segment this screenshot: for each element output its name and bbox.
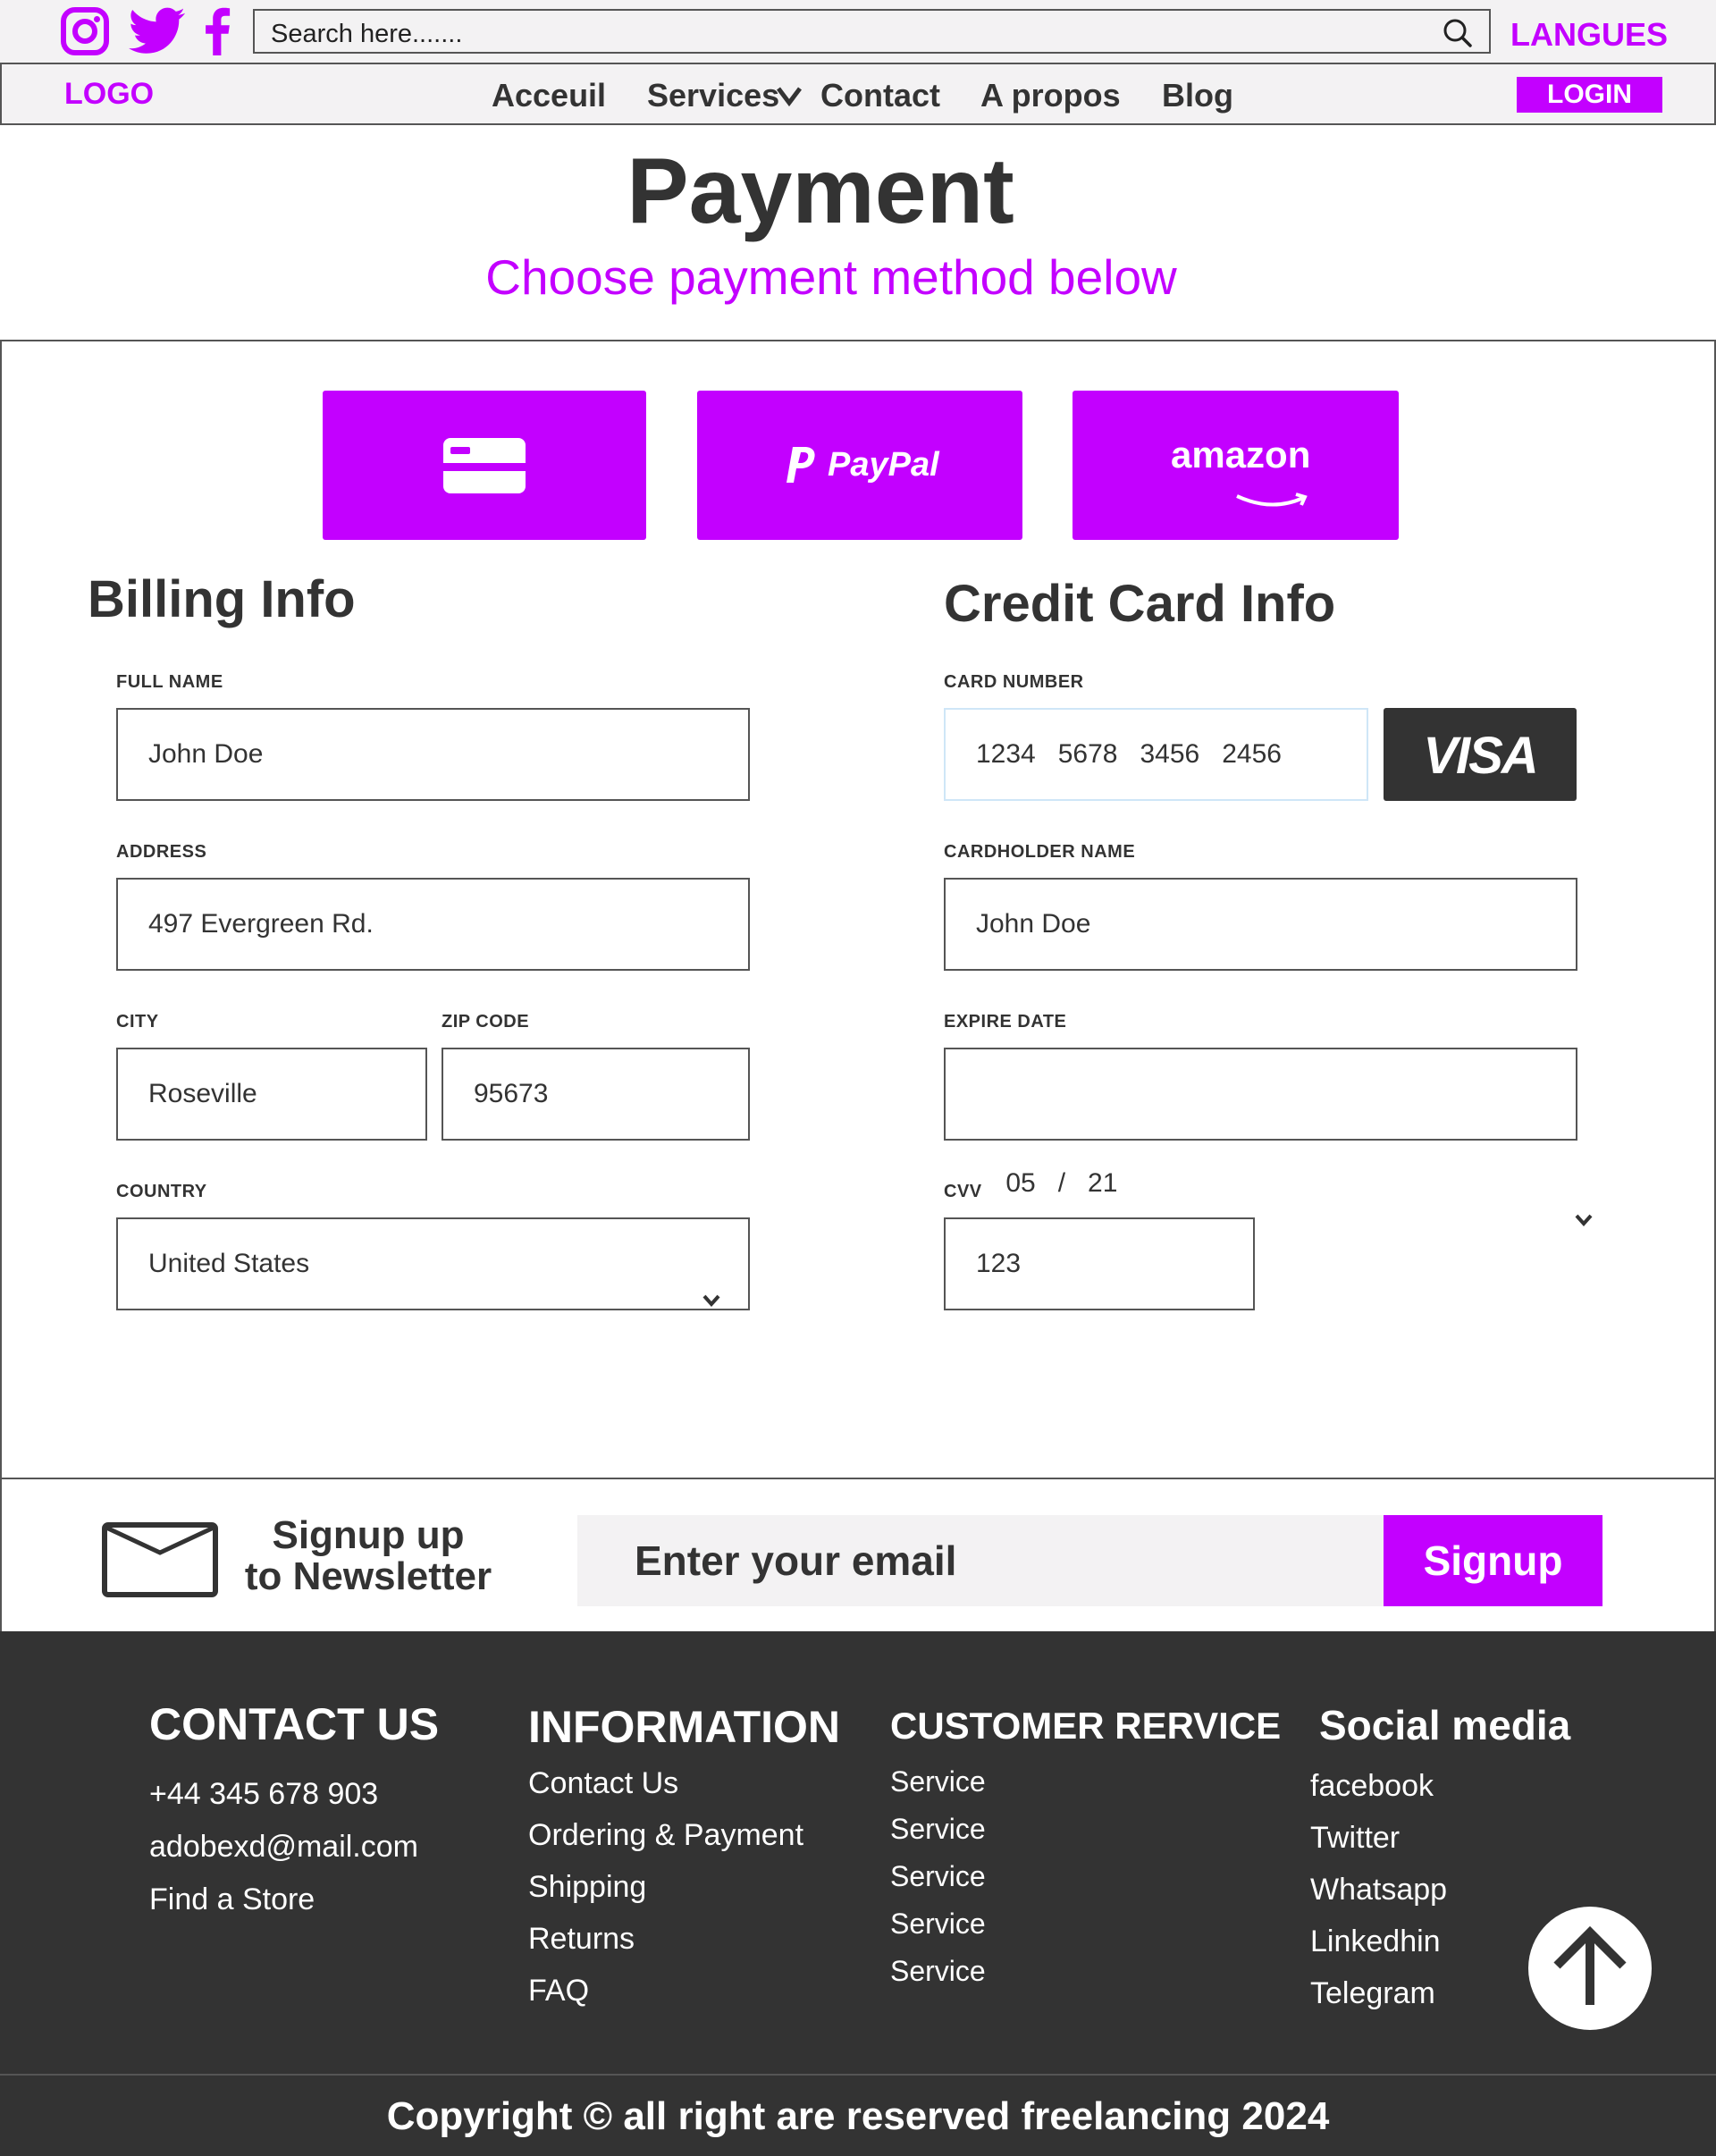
- full-name-label: FULL NAME: [116, 672, 223, 692]
- footer-link[interactable]: Service: [890, 1860, 1281, 1893]
- footer-customer-service: CUSTOMER RERVICE Service Service Service…: [890, 1705, 1281, 1988]
- zip-code-field[interactable]: 95673: [442, 1048, 750, 1141]
- twitter-icon[interactable]: [129, 7, 186, 55]
- footer-link[interactable]: Contact Us: [528, 1766, 840, 1801]
- cardholder-name-label: CARDHOLDER NAME: [944, 842, 1136, 862]
- cardholder-name-field[interactable]: John Doe: [944, 878, 1577, 971]
- cvv-field[interactable]: 123: [944, 1217, 1255, 1310]
- nav-item-contact[interactable]: Contact: [820, 77, 940, 114]
- chevron-down-icon: [1529, 1085, 1593, 1227]
- footer-customer-service-title: CUSTOMER RERVICE: [890, 1705, 1282, 1747]
- language-selector[interactable]: LANGUES: [1510, 16, 1668, 54]
- footer-link[interactable]: Ordering & Payment: [528, 1818, 840, 1853]
- top-bar: Search here....... LANGUES: [0, 0, 1716, 63]
- paypal-label: PayPal: [828, 446, 939, 484]
- nav-item-services[interactable]: Services: [647, 77, 779, 114]
- amazon-icon: [1236, 493, 1308, 507]
- footer-link[interactable]: Returns: [528, 1922, 840, 1957]
- footer-email[interactable]: adobexd@mail.com: [149, 1830, 439, 1865]
- amazon-label: amazon: [1171, 434, 1311, 476]
- logo[interactable]: LOGO: [64, 77, 154, 112]
- arrow-up-icon: [1553, 1925, 1627, 2005]
- nav-item-acceuil[interactable]: Acceuil: [492, 77, 606, 114]
- city-label: CITY: [116, 1012, 159, 1032]
- payment-method-amazon[interactable]: amazon: [1072, 391, 1399, 540]
- facebook-icon[interactable]: [200, 7, 232, 55]
- search-icon[interactable]: [1443, 18, 1473, 48]
- chevron-down-icon[interactable]: [776, 84, 803, 107]
- footer: CONTACT US +44 345 678 903 adobexd@mail.…: [0, 1631, 1716, 2074]
- city-field[interactable]: Roseville: [116, 1048, 427, 1141]
- login-button[interactable]: LOGIN: [1517, 77, 1662, 113]
- footer-link[interactable]: Whatsapp: [1310, 1873, 1570, 1908]
- visa-label: VISA: [1423, 727, 1538, 785]
- newsletter-title: Signup up to Newsletter: [225, 1515, 511, 1597]
- footer-link[interactable]: Service: [890, 1813, 1281, 1846]
- search-input[interactable]: Search here.......: [271, 20, 462, 49]
- copyright: Copyright © all right are reserved freel…: [0, 2074, 1716, 2156]
- footer-link[interactable]: Service: [890, 1955, 1281, 1988]
- credit-card-icon: [443, 437, 526, 493]
- expire-date-label: EXPIRE DATE: [944, 1012, 1067, 1032]
- expire-date-select[interactable]: 05 / 21: [944, 1048, 1593, 1227]
- chevron-down-icon: [702, 1255, 721, 1308]
- country-select[interactable]: United States: [116, 1217, 750, 1310]
- address-label: ADDRESS: [116, 842, 207, 862]
- footer-link[interactable]: Service: [890, 1765, 1281, 1798]
- payment-method-card[interactable]: [323, 391, 646, 540]
- page-title: Payment: [627, 139, 1014, 243]
- envelope-icon: [102, 1522, 218, 1597]
- zip-code-label: ZIP CODE: [442, 1012, 530, 1032]
- payment-panel: PayPal amazon Billing Info FULL NAME Joh…: [0, 340, 1716, 1479]
- main-nav: LOGO Acceuil Services Contact A propos B…: [0, 63, 1716, 125]
- social-icons: [61, 7, 232, 55]
- footer-phone[interactable]: +44 345 678 903: [149, 1777, 439, 1812]
- signup-button[interactable]: Signup: [1384, 1515, 1602, 1606]
- payment-method-paypal[interactable]: PayPal: [697, 391, 1022, 540]
- card-number-label: CARD NUMBER: [944, 672, 1084, 692]
- footer-find-store[interactable]: Find a Store: [149, 1882, 439, 1917]
- newsletter-title-line1: Signup up: [272, 1513, 465, 1557]
- cvv-label: CVV: [944, 1182, 982, 1201]
- footer-link[interactable]: Twitter: [1310, 1821, 1570, 1856]
- expire-date-value: 05 / 21: [1005, 1168, 1118, 1198]
- card-number-field[interactable]: 1234 5678 3456 2456: [944, 708, 1368, 801]
- scroll-to-top-button[interactable]: [1528, 1907, 1652, 2030]
- country-label: COUNTRY: [116, 1182, 207, 1201]
- footer-link[interactable]: FAQ: [528, 1974, 840, 2009]
- country-value: United States: [148, 1249, 310, 1278]
- credit-card-info-title: Credit Card Info: [944, 575, 1336, 633]
- nav-item-blog[interactable]: Blog: [1162, 77, 1233, 114]
- footer-contact: CONTACT US +44 345 678 903 adobexd@mail.…: [149, 1698, 439, 1917]
- email-input[interactable]: Enter your email: [577, 1515, 1384, 1606]
- address-field[interactable]: 497 Evergreen Rd.: [116, 878, 750, 971]
- footer-information-title: INFORMATION: [528, 1702, 841, 1752]
- visa-badge: VISA: [1384, 708, 1577, 801]
- footer-link[interactable]: Shipping: [528, 1870, 840, 1905]
- search-bar[interactable]: Search here.......: [253, 9, 1491, 54]
- footer-link[interactable]: Service: [890, 1908, 1281, 1941]
- footer-link[interactable]: facebook: [1310, 1769, 1570, 1804]
- footer-contact-title: CONTACT US: [149, 1699, 440, 1749]
- footer-information: INFORMATION Contact Us Ordering & Paymen…: [528, 1701, 840, 2009]
- footer-social-title: Social media: [1319, 1702, 1571, 1748]
- full-name-field[interactable]: John Doe: [116, 708, 750, 801]
- billing-info-title: Billing Info: [88, 570, 356, 628]
- page-subtitle: Choose payment method below: [485, 249, 1177, 305]
- nav-item-a-propos[interactable]: A propos: [980, 77, 1121, 114]
- instagram-icon[interactable]: [61, 7, 109, 55]
- newsletter-section: Signup up to Newsletter Enter your email…: [0, 1479, 1716, 1631]
- newsletter-title-line2: to Newsletter: [244, 1554, 492, 1598]
